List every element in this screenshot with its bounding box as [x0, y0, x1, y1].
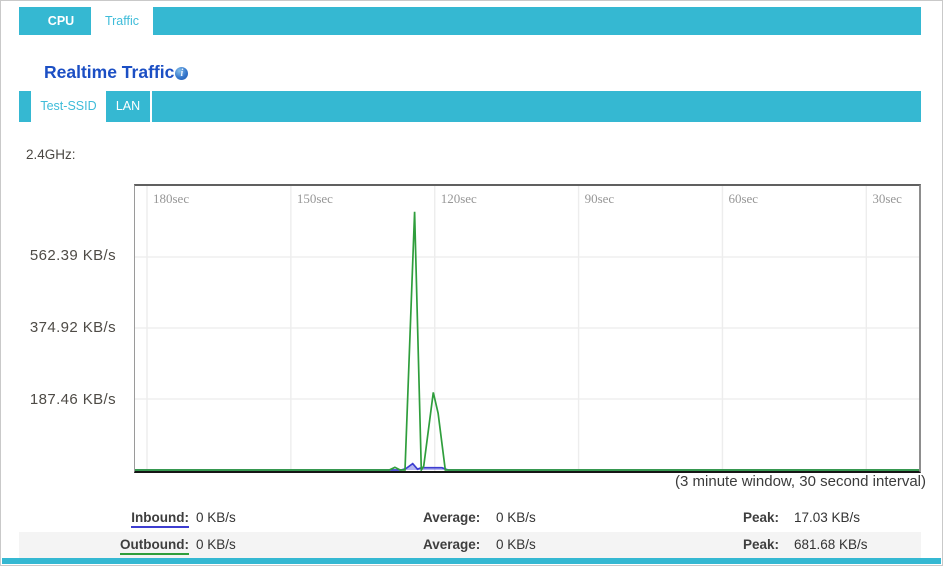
- inbound-peak-value: 17.03 KB/s: [794, 510, 861, 525]
- tab-traffic[interactable]: Traffic: [91, 7, 153, 35]
- page-title: Realtime Traffic i: [44, 62, 189, 83]
- svg-text:90sec: 90sec: [585, 191, 615, 206]
- inbound-label: Inbound:: [19, 505, 189, 531]
- traffic-chart: 180sec 150sec 120sec 90sec 60sec 30sec: [134, 184, 921, 473]
- subtab-lan[interactable]: LAN: [106, 91, 152, 122]
- outbound-label: Outbound:: [19, 532, 189, 558]
- y-axis-tick-label: 374.92 KB/s: [29, 319, 116, 336]
- svg-text:60sec: 60sec: [728, 191, 758, 206]
- stats-row-outbound: Outbound: 0 KB/s Average: 0 KB/s Peak: 6…: [19, 532, 921, 558]
- top-tab-bar: CPU Traffic: [19, 7, 921, 35]
- outbound-peak-value: 681.68 KB/s: [794, 537, 868, 552]
- inbound-average-label: Average:: [423, 510, 481, 525]
- y-axis-tick-label: 187.46 KB/s: [29, 391, 116, 408]
- page: CPU Traffic Realtime Traffic i Test-SSID …: [0, 0, 943, 566]
- chart-window-caption: (3 minute window, 30 second interval): [675, 473, 926, 490]
- stats-row-inbound: Inbound: 0 KB/s Average: 0 KB/s Peak: 17…: [19, 505, 921, 531]
- svg-text:150sec: 150sec: [297, 191, 333, 206]
- page-title-text: Realtime Traffic: [44, 62, 175, 82]
- info-icon[interactable]: i: [175, 67, 189, 80]
- traffic-chart-canvas: 180sec 150sec 120sec 90sec 60sec 30sec: [135, 186, 919, 471]
- svg-text:180sec: 180sec: [153, 191, 189, 206]
- outbound-current-value: 0 KB/s: [196, 537, 236, 552]
- y-axis-tick-label: 562.39 KB/s: [29, 247, 116, 264]
- svg-text:120sec: 120sec: [441, 191, 477, 206]
- inbound-current-value: 0 KB/s: [196, 510, 236, 525]
- band-label-2-4ghz: 2.4GHz:: [26, 147, 76, 162]
- inbound-peak-label: Peak:: [743, 510, 780, 525]
- svg-text:30sec: 30sec: [872, 191, 902, 206]
- outbound-average-value: 0 KB/s: [496, 537, 536, 552]
- outbound-label-text: Outbound:: [120, 537, 189, 555]
- outbound-average-label: Average:: [423, 537, 481, 552]
- inbound-average-value: 0 KB/s: [496, 510, 536, 525]
- subtab-test-ssid[interactable]: Test-SSID: [31, 91, 106, 122]
- sub-tab-bar: Test-SSID LAN: [19, 91, 921, 122]
- tab-cpu[interactable]: CPU: [31, 7, 91, 35]
- bottom-accent-bar: [2, 558, 941, 564]
- outbound-peak-label: Peak:: [743, 537, 780, 552]
- inbound-label-text: Inbound:: [131, 510, 189, 528]
